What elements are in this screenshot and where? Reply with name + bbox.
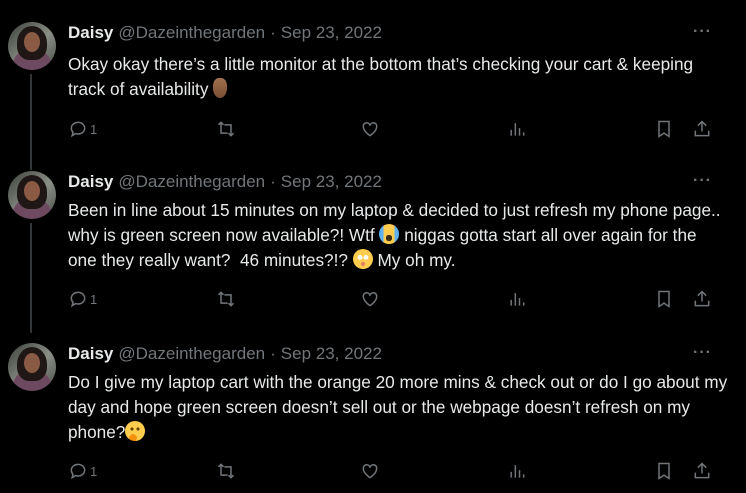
crossed-fingers-emoji [213, 78, 228, 98]
tweet-text: Do I give my laptop cart with the orange… [68, 370, 728, 445]
tweet-actions: 1 [68, 118, 728, 142]
retweet-button[interactable] [216, 460, 236, 482]
bookmark-icon [658, 120, 670, 138]
avatar[interactable] [8, 343, 56, 391]
views-button[interactable] [507, 118, 527, 140]
thread-line [30, 223, 32, 333]
avatar[interactable] [8, 171, 56, 219]
separator: · [270, 23, 276, 42]
retweet-icon [217, 121, 235, 137]
share-icon [694, 462, 710, 479]
share-icon [694, 290, 710, 307]
user-handle[interactable]: @Dazeinthegarden [118, 172, 265, 192]
reply-count: 1 [90, 291, 98, 307]
bookmark-button[interactable] [654, 118, 674, 140]
tweet-header: Daisy @Dazeinthegarden · Sep 23, 2022 [68, 22, 382, 44]
tweet-text: Been in line about 15 minutes on my lapt… [68, 198, 728, 273]
views-icon [510, 123, 525, 136]
tweet-date[interactable]: Sep 23, 2022 [281, 344, 382, 364]
like-icon [362, 121, 378, 137]
display-name[interactable]: Daisy [68, 23, 113, 43]
reply-icon [70, 291, 86, 308]
flushed-face-emoji [352, 249, 373, 269]
tweet-text-content: Do I give my laptop cart with the orange… [68, 372, 732, 442]
separator: · [270, 344, 276, 363]
tweet-text-part-3: My oh my. [372, 250, 456, 270]
like-icon [362, 291, 378, 307]
retweet-button[interactable] [216, 118, 236, 140]
retweet-icon [217, 463, 235, 479]
bookmark-icon [658, 290, 670, 308]
thinking-face-emoji [125, 421, 146, 441]
views-icon [510, 465, 525, 478]
tweet-text: Okay okay there’s a little monitor at th… [68, 52, 728, 102]
tweet-date[interactable]: Sep 23, 2022 [281, 172, 382, 192]
views-button[interactable] [507, 288, 527, 310]
display-name[interactable]: Daisy [68, 172, 113, 192]
thread-line [30, 74, 32, 170]
user-handle[interactable]: @Dazeinthegarden [118, 23, 265, 43]
reply-count: 1 [90, 463, 98, 479]
display-name[interactable]: Daisy [68, 344, 113, 364]
like-button[interactable] [360, 118, 380, 140]
tweet-actions: 1 [68, 460, 728, 484]
bookmark-button[interactable] [654, 460, 674, 482]
reply-button[interactable]: 1 [68, 118, 97, 140]
bookmark-button[interactable] [654, 288, 674, 310]
retweet-icon [217, 291, 235, 307]
reply-icon [70, 463, 86, 480]
bookmark-icon [658, 462, 670, 480]
retweet-button[interactable] [216, 288, 236, 310]
tweet-header: Daisy @Dazeinthegarden · Sep 23, 2022 [68, 171, 382, 193]
views-icon [510, 293, 525, 306]
share-icon [694, 120, 710, 137]
reply-icon [70, 121, 86, 138]
separator: · [270, 172, 276, 191]
reply-button[interactable]: 1 [68, 460, 97, 482]
share-button[interactable] [692, 288, 712, 310]
more-options-icon[interactable]: ··· [693, 344, 712, 362]
user-handle[interactable]: @Dazeinthegarden [118, 344, 265, 364]
share-button[interactable] [692, 460, 712, 482]
loudly-crying-face-emoji [379, 224, 400, 244]
avatar[interactable] [8, 22, 56, 70]
like-button[interactable] [360, 288, 380, 310]
tweet-header: Daisy @Dazeinthegarden · Sep 23, 2022 [68, 343, 382, 365]
share-button[interactable] [692, 118, 712, 140]
tweet-date[interactable]: Sep 23, 2022 [281, 23, 382, 43]
like-button[interactable] [360, 460, 380, 482]
like-icon [362, 463, 378, 479]
reply-button[interactable]: 1 [68, 288, 97, 310]
views-button[interactable] [507, 460, 527, 482]
more-options-icon[interactable]: ··· [693, 172, 712, 190]
tweet-text-content: Okay okay there’s a little monitor at th… [68, 54, 698, 99]
tweet-actions: 1 [68, 288, 728, 312]
more-options-icon[interactable]: ··· [693, 23, 712, 41]
reply-count: 1 [90, 121, 98, 137]
